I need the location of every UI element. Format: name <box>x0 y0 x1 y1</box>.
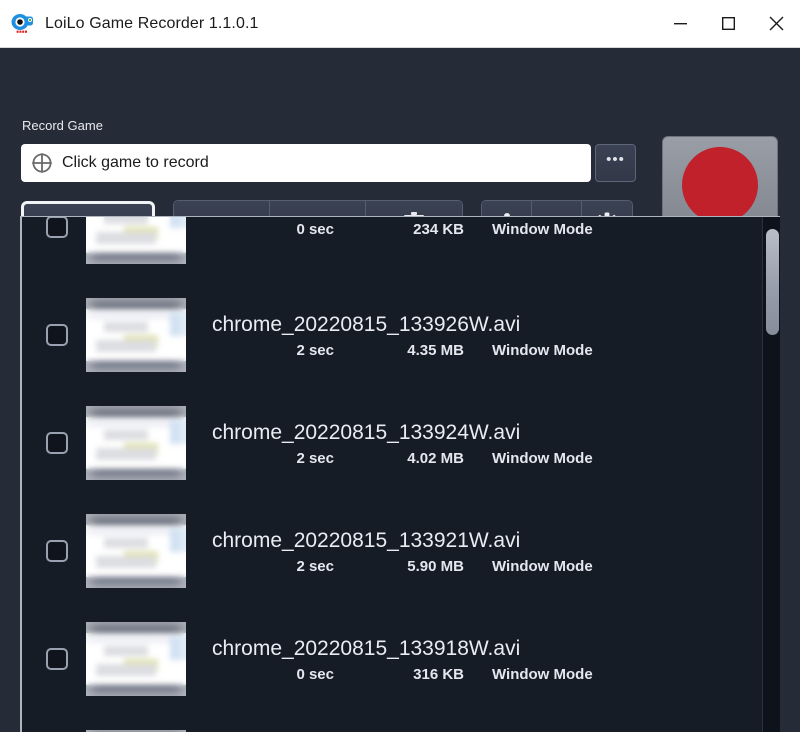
row-filename: chrome_20220815_133924W.avi <box>212 420 521 444</box>
row-metadata: chrome_20220815_133921W.avi 2 sec 5.90 MB W… <box>212 528 654 575</box>
row-filename: chrome_20220815_133918W.avi <box>212 636 521 660</box>
game-select-input[interactable]: Click game to record <box>21 144 591 182</box>
title-bar: LoiLo Game Recorder 1.1.0.1 <box>0 0 800 48</box>
record-game-label: Record Game <box>22 118 103 133</box>
row-duration: 0 sec <box>296 220 334 238</box>
list-scrollbar-track[interactable] <box>762 217 780 732</box>
maximize-button[interactable] <box>704 0 752 48</box>
row-thumbnail[interactable] <box>86 298 186 372</box>
row-mode: Window Mode <box>492 449 593 467</box>
record-dot-icon[interactable] <box>682 147 758 223</box>
table-row[interactable]: chrome_20220815_133926W.avi 2 sec 4.35 MB W… <box>22 281 764 389</box>
row-checkbox[interactable] <box>46 217 68 238</box>
table-row[interactable]: chrome_20220815_133921W.avi 2 sec 5.90 MB W… <box>22 497 764 605</box>
list-scrollbar-thumb[interactable] <box>766 229 779 335</box>
row-size: 4.02 MB <box>407 449 464 467</box>
crosshair-icon <box>31 152 53 174</box>
row-duration: 0 sec <box>296 665 334 683</box>
row-mode: Window Mode <box>492 341 593 359</box>
close-button[interactable] <box>752 0 800 48</box>
table-row[interactable]: 0 sec 234 KB Window Mode <box>22 217 764 281</box>
row-checkbox[interactable] <box>46 324 68 346</box>
row-size: 234 KB <box>413 220 464 238</box>
row-size: 316 KB <box>413 665 464 683</box>
row-mode: Window Mode <box>492 557 593 575</box>
row-size: 4.35 MB <box>407 341 464 359</box>
table-row[interactable]: chrome_20220815_133918W.avi 0 sec 316 KB Wi… <box>22 605 764 713</box>
row-duration: 2 sec <box>296 557 334 575</box>
row-mode: Window Mode <box>492 220 593 238</box>
row-checkbox[interactable] <box>46 432 68 454</box>
row-thumbnail[interactable] <box>86 622 186 696</box>
table-row[interactable]: chrome_20220815_133924W.avi 2 sec 4.02 MB W… <box>22 389 764 497</box>
row-thumbnail[interactable] <box>86 514 186 588</box>
row-metadata: chrome_20220815_133918W.avi 0 sec 316 KB Wi… <box>212 636 654 683</box>
row-filename: chrome_20220815_133926W.avi <box>212 312 521 336</box>
recording-list: 0 sec 234 KB Window Mode chrome_20220815_13… <box>22 217 764 732</box>
window-title: LoiLo Game Recorder 1.1.0.1 <box>45 14 259 32</box>
row-duration: 2 sec <box>296 449 334 467</box>
row-metadata: 0 sec 234 KB Window Mode <box>212 217 654 238</box>
recording-list-panel: 0 sec 234 KB Window Mode chrome_20220815_13… <box>20 216 780 732</box>
row-size: 5.90 MB <box>407 557 464 575</box>
row-duration: 2 sec <box>296 341 334 359</box>
row-checkbox[interactable] <box>46 648 68 670</box>
app-icon <box>10 11 36 37</box>
row-metadata: chrome_20220815_133924W.avi 2 sec 4.02 MB W… <box>212 420 654 467</box>
game-select-placeholder: Click game to record <box>62 154 209 171</box>
row-thumbnail[interactable] <box>86 406 186 480</box>
header-controls: Record Game Click game to record ••• Edi… <box>0 48 800 254</box>
row-metadata: chrome_20220815_133926W.avi 2 sec 4.35 MB W… <box>212 312 654 359</box>
window-controls <box>656 0 800 48</box>
row-mode: Window Mode <box>492 665 593 683</box>
row-checkbox[interactable] <box>46 540 68 562</box>
row-thumbnail[interactable] <box>86 217 186 264</box>
row-filename: chrome_20220815_133921W.avi <box>212 528 521 552</box>
table-row[interactable] <box>22 713 764 732</box>
browse-button[interactable]: ••• <box>595 144 636 182</box>
minimize-button[interactable] <box>656 0 704 48</box>
